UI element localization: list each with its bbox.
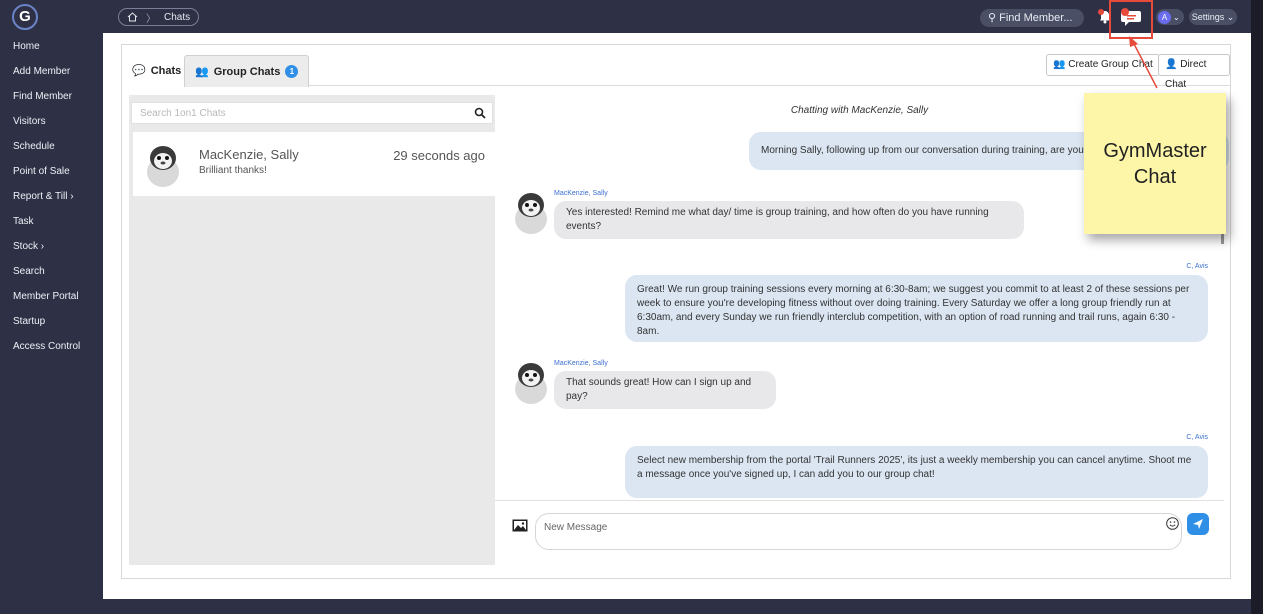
message-sender: MacKenzie, Sally (554, 190, 608, 197)
sidebar-item-member-portal[interactable]: Member Portal (0, 284, 103, 309)
sidebar-item-report-till[interactable]: Report & Till › (0, 184, 103, 209)
new-message-placeholder: New Message (544, 522, 608, 533)
tab-bar: 💬 Chats 👥 Group Chats 1 👥 Create Group C… (122, 45, 1230, 90)
penguin-avatar (515, 193, 547, 234)
sidebar-item-add-member[interactable]: Add Member (0, 59, 103, 84)
settings-button[interactable]: Settings ⌄ (1189, 9, 1237, 25)
message-composer: New Message (495, 500, 1224, 565)
user-icon: 👤 (1165, 59, 1178, 70)
find-member-placeholder: Find Member... (999, 12, 1073, 24)
send-button[interactable] (1187, 513, 1209, 535)
chat-search-placeholder: Search 1on1 Chats (140, 108, 226, 119)
sidebar-item-access-control[interactable]: Access Control (0, 334, 103, 359)
sidebar-item-visitors[interactable]: Visitors (0, 109, 103, 134)
chevron-down-icon: ⌄ (1173, 12, 1180, 22)
comments-icon: 💬 (132, 65, 146, 77)
image-icon[interactable] (512, 519, 528, 532)
chevron-down-icon: ⌄ (1226, 12, 1235, 22)
user-menu[interactable]: A ⌄ (1156, 9, 1184, 25)
sidebar-item-search[interactable]: Search (0, 259, 103, 284)
users-icon: 👥 (195, 65, 209, 78)
message-bubble: Great! We run group training sessions ev… (625, 275, 1208, 342)
avatar: A (1158, 10, 1171, 24)
settings-label: Settings (1191, 12, 1225, 22)
tab-chats[interactable]: 💬 Chats (122, 55, 192, 87)
chat-timestamp: 29 seconds ago (393, 148, 485, 163)
sidebar-item-find-member[interactable]: Find Member (0, 84, 103, 109)
direct-chat-button[interactable]: 👤 Direct Chat (1158, 54, 1230, 90)
tab-group-chats[interactable]: 👥 Group Chats 1 (184, 55, 310, 87)
breadcrumb-current[interactable]: Chats (164, 12, 190, 23)
send-icon (1193, 519, 1203, 529)
footer-bar (103, 599, 1251, 614)
sticky-note-text: GymMaster Chat (1103, 139, 1207, 188)
sidebar-item-schedule[interactable]: Schedule (0, 134, 103, 159)
app-logo[interactable]: G (12, 4, 38, 30)
unread-badge: 1 (285, 65, 299, 78)
chat-list-item[interactable]: MacKenzie, Sally Brilliant thanks! 29 se… (133, 132, 495, 196)
sidebar-item-stock[interactable]: Stock › (0, 234, 103, 259)
message-sender: C, Avis (1186, 263, 1208, 270)
message-sender: C, Avis (1186, 434, 1208, 441)
breadcrumb-separator: 〉 (146, 13, 156, 25)
chat-list-panel: Search 1on1 Chats MacKenzie, Sally Brill… (129, 95, 495, 565)
chat-contact-name: MacKenzie, Sally (199, 147, 299, 162)
search-icon[interactable] (474, 107, 486, 119)
message-sender: MacKenzie, Sally (554, 360, 608, 367)
message-bubble: Select new membership from the portal 'T… (625, 446, 1208, 498)
chat-icon-highlight (1109, 0, 1153, 39)
message-bubble: Yes interested! Remind me what day/ time… (554, 201, 1024, 239)
penguin-avatar (147, 146, 179, 187)
sidebar-item-task[interactable]: Task (0, 209, 103, 234)
new-message-input[interactable]: New Message (535, 513, 1182, 550)
annotation-arrow (1129, 36, 1158, 89)
breadcrumb: 〉 Chats (118, 8, 200, 26)
chat-preview: Brilliant thanks! (199, 165, 267, 176)
users-icon: 👥 (1053, 59, 1066, 70)
top-bar: G 〉 Chats ⚲ Find Member... A ⌄ Settings … (0, 0, 1251, 33)
emoji-icon[interactable] (1166, 517, 1179, 530)
sidebar-item-startup[interactable]: Startup (0, 309, 103, 334)
penguin-avatar (515, 363, 547, 404)
find-member-search[interactable]: ⚲ Find Member... (980, 9, 1084, 27)
sidebar-item-home[interactable]: Home (0, 34, 103, 59)
sticky-note: GymMaster Chat (1084, 93, 1226, 234)
message-bubble: That sounds great! How can I sign up and… (554, 371, 776, 409)
search-icon: ⚲ (988, 12, 997, 24)
tab-group-chats-label: Group Chats (213, 65, 281, 78)
tab-chats-label: Chats (150, 65, 182, 77)
chat-search-input[interactable]: Search 1on1 Chats (131, 102, 493, 124)
sidebar: Home Add Member Find Member Visitors Sch… (0, 33, 103, 614)
window-edge (1251, 0, 1263, 614)
chat-card: 💬 Chats 👥 Group Chats 1 👥 Create Group C… (121, 44, 1231, 579)
sidebar-item-point-of-sale[interactable]: Point of Sale (0, 159, 103, 184)
home-icon[interactable] (127, 12, 138, 22)
